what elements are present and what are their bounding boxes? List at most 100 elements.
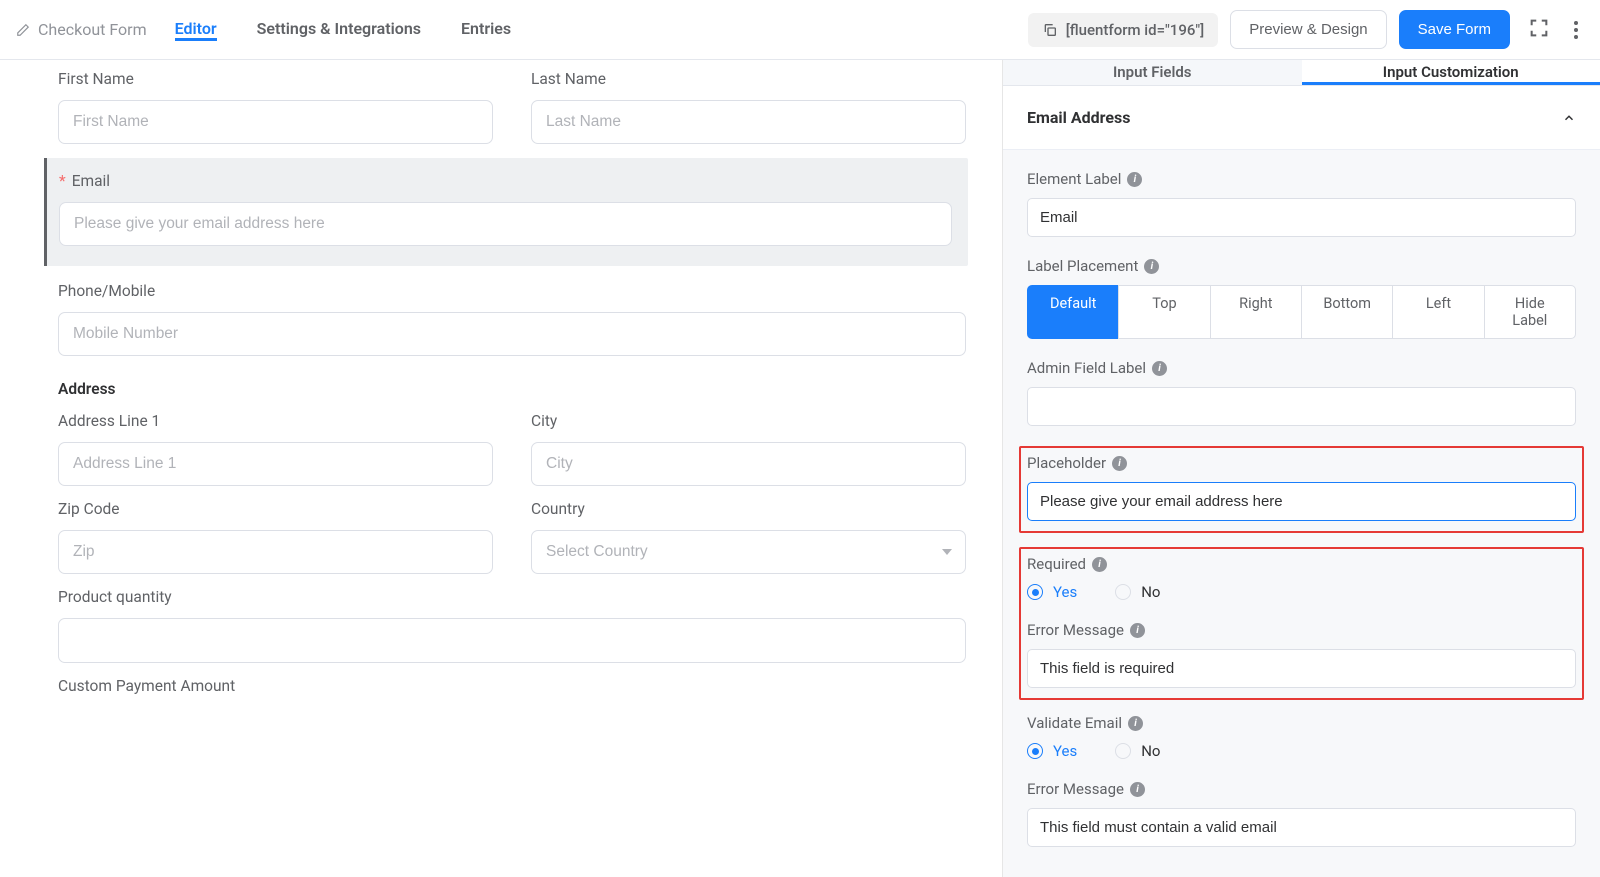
tab-editor[interactable]: Editor — [175, 19, 217, 41]
side-panel: Input Fields Input Customization Email A… — [1002, 60, 1600, 877]
country-select[interactable] — [531, 530, 966, 574]
country-select-wrap[interactable] — [531, 530, 966, 574]
phone-label: Phone/Mobile — [58, 282, 966, 300]
chevron-up-icon — [1562, 111, 1576, 125]
info-icon[interactable]: i — [1128, 716, 1143, 731]
element-label-input[interactable] — [1027, 198, 1576, 237]
quantity-input[interactable] — [58, 618, 966, 663]
address-section: Address — [58, 380, 966, 398]
radio-icon — [1115, 584, 1131, 600]
phone-input[interactable] — [58, 312, 966, 356]
main-area: First Name Last Name *Email Phone/Mobile… — [0, 60, 1600, 877]
quantity-label: Product quantity — [58, 588, 966, 606]
address-row1: Address Line 1 City — [58, 412, 966, 486]
shortcode-box[interactable]: [fluentform id="196"] — [1028, 13, 1219, 47]
zip-field[interactable]: Zip Code — [58, 500, 493, 574]
form-title[interactable]: Checkout Form — [16, 20, 147, 39]
side-tab-input-fields[interactable]: Input Fields — [1003, 60, 1302, 85]
required-label: Required i — [1027, 555, 1576, 573]
placeholder-label: Placeholder i — [1027, 454, 1576, 472]
radio-icon — [1027, 743, 1043, 759]
fullscreen-icon — [1528, 17, 1550, 39]
required-radios: Yes No — [1027, 583, 1576, 601]
radio-icon — [1115, 743, 1131, 759]
required-no[interactable]: No — [1115, 583, 1160, 601]
error-msg-label: Error Message i — [1027, 621, 1576, 639]
info-icon[interactable]: i — [1144, 259, 1159, 274]
zip-input[interactable] — [58, 530, 493, 574]
address-heading: Address — [58, 380, 966, 398]
pencil-icon — [16, 23, 30, 37]
admin-label-input[interactable] — [1027, 387, 1576, 426]
placement-hide[interactable]: Hide Label — [1484, 285, 1576, 339]
side-tab-input-customization[interactable]: Input Customization — [1302, 60, 1600, 85]
nav-tabs: Editor Settings & Integrations Entries — [175, 19, 511, 41]
setting-element-label: Element Label i — [1027, 170, 1576, 237]
setting-validate-email: Validate Email i Yes No — [1027, 714, 1576, 760]
required-star: * — [59, 172, 66, 190]
error-msg2-label: Error Message i — [1027, 780, 1576, 798]
address1-field[interactable]: Address Line 1 — [58, 412, 493, 486]
info-icon[interactable]: i — [1127, 172, 1142, 187]
last-name-field[interactable]: Last Name — [531, 70, 966, 144]
tab-entries[interactable]: Entries — [461, 19, 511, 41]
tab-settings[interactable]: Settings & Integrations — [257, 19, 421, 41]
section-title: Email Address — [1027, 108, 1130, 127]
validate-yes[interactable]: Yes — [1027, 742, 1077, 760]
placement-bottom[interactable]: Bottom — [1301, 285, 1393, 339]
payment-field[interactable]: Custom Payment Amount — [58, 677, 966, 695]
label-placement-group: Default Top Right Bottom Left Hide Label — [1027, 285, 1576, 339]
shortcode-text: [fluentform id="196"] — [1066, 21, 1205, 39]
required-highlight: Required i Yes No — [1019, 547, 1584, 700]
label-placement-label: Label Placement i — [1027, 257, 1576, 275]
info-icon[interactable]: i — [1152, 361, 1167, 376]
city-input[interactable] — [531, 442, 966, 486]
preview-button[interactable]: Preview & Design — [1230, 10, 1386, 49]
info-icon[interactable]: i — [1092, 557, 1107, 572]
info-icon[interactable]: i — [1130, 782, 1145, 797]
email-input[interactable] — [59, 202, 952, 246]
phone-field[interactable]: Phone/Mobile — [58, 282, 966, 356]
required-yes[interactable]: Yes — [1027, 583, 1077, 601]
info-icon[interactable]: i — [1130, 623, 1145, 638]
setting-error-msg: Error Message i — [1027, 621, 1576, 688]
first-name-label: First Name — [58, 70, 493, 88]
name-row: First Name Last Name — [58, 70, 966, 144]
fullscreen-button[interactable] — [1522, 11, 1556, 48]
save-button[interactable]: Save Form — [1399, 10, 1510, 49]
validate-email-label: Validate Email i — [1027, 714, 1576, 732]
element-label-label: Element Label i — [1027, 170, 1576, 188]
setting-placeholder: Placeholder i — [1027, 454, 1576, 521]
country-field[interactable]: Country — [531, 500, 966, 574]
error-msg-input[interactable] — [1027, 649, 1576, 688]
form-editor: First Name Last Name *Email Phone/Mobile… — [0, 60, 1002, 877]
placeholder-highlight: Placeholder i — [1019, 446, 1584, 533]
placement-top[interactable]: Top — [1118, 285, 1210, 339]
city-field[interactable]: City — [531, 412, 966, 486]
email-field-selected[interactable]: *Email — [44, 158, 968, 266]
more-vertical-icon — [1574, 21, 1578, 39]
placement-left[interactable]: Left — [1392, 285, 1484, 339]
panel-body: Element Label i Label Placement i Defaul… — [1003, 150, 1600, 877]
first-name-input[interactable] — [58, 100, 493, 144]
admin-label-label: Admin Field Label i — [1027, 359, 1576, 377]
validate-no[interactable]: No — [1115, 742, 1160, 760]
top-bar: Checkout Form Editor Settings & Integrat… — [0, 0, 1600, 60]
more-button[interactable] — [1568, 15, 1584, 45]
email-label: *Email — [59, 172, 952, 190]
info-icon[interactable]: i — [1112, 456, 1127, 471]
last-name-label: Last Name — [531, 70, 966, 88]
error-msg2-input[interactable] — [1027, 808, 1576, 847]
section-header-email[interactable]: Email Address — [1003, 86, 1600, 150]
placement-right[interactable]: Right — [1210, 285, 1302, 339]
first-name-field[interactable]: First Name — [58, 70, 493, 144]
setting-error-msg2: Error Message i — [1027, 780, 1576, 847]
last-name-input[interactable] — [531, 100, 966, 144]
copy-icon — [1042, 22, 1058, 38]
placement-default[interactable]: Default — [1027, 285, 1119, 339]
payment-label: Custom Payment Amount — [58, 677, 966, 695]
country-label: Country — [531, 500, 966, 518]
address1-input[interactable] — [58, 442, 493, 486]
quantity-field[interactable]: Product quantity — [58, 588, 966, 663]
placeholder-input[interactable] — [1027, 482, 1576, 521]
